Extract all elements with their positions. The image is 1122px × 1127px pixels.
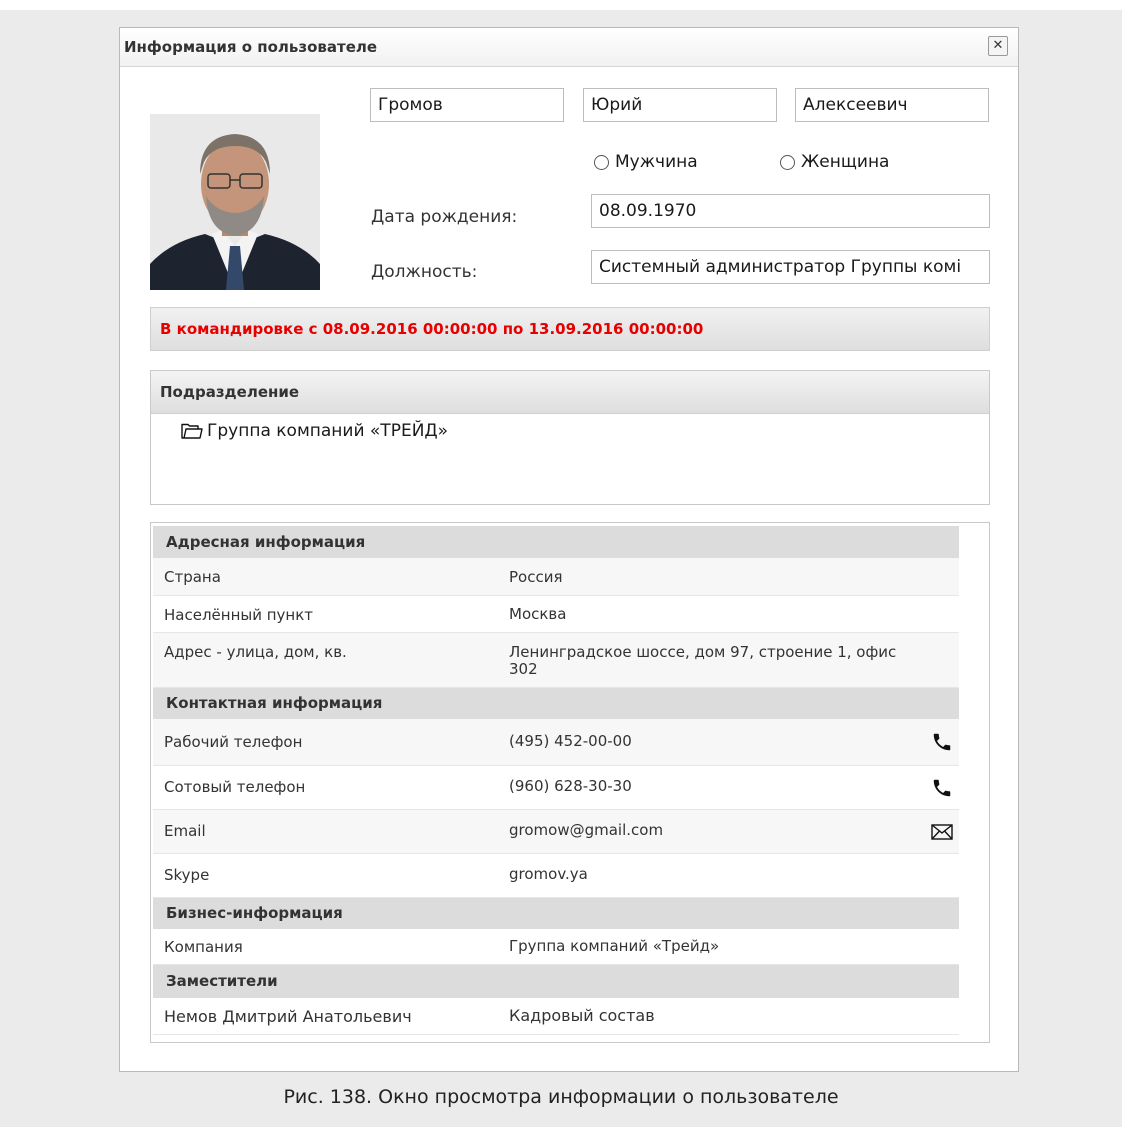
row-key: Немов Дмитрий Анатольевич bbox=[164, 1007, 412, 1026]
birthdate-label: Дата рождения: bbox=[371, 207, 518, 227]
table-row: Рабочий телефон (495) 452-00-00 bbox=[153, 719, 959, 766]
gender-female-label: Женщина bbox=[801, 152, 890, 172]
radio-circle-icon bbox=[594, 154, 609, 170]
trip-status-bar: В командировке с 08.09.2016 00:00:00 по … bbox=[150, 307, 990, 351]
table-row: Страна Россия bbox=[153, 558, 959, 596]
section-business-header: Бизнес-информация bbox=[153, 898, 959, 929]
dialog-title: Информация о пользователе bbox=[124, 38, 378, 56]
table-row: Компания Группа компаний «Трейд» bbox=[153, 929, 959, 965]
folder-icon bbox=[181, 423, 203, 439]
row-value: Москва bbox=[509, 605, 567, 623]
row-value: gromov.ya bbox=[509, 865, 588, 883]
row-value: (960) 628-30-30 bbox=[509, 777, 632, 795]
section-contact-header: Контактная информация bbox=[153, 688, 959, 719]
department-header: Подразделение bbox=[151, 371, 989, 414]
table-row: Skype gromov.ya bbox=[153, 854, 959, 898]
gender-male-radio[interactable]: Мужчина bbox=[594, 152, 698, 172]
row-key: Компания bbox=[164, 938, 243, 956]
position-label: Должность: bbox=[371, 262, 478, 282]
row-key: Адрес - улица, дом, кв. bbox=[164, 643, 347, 661]
phone-icon[interactable] bbox=[931, 731, 953, 753]
close-icon: ✕ bbox=[992, 38, 1004, 53]
row-key: Email bbox=[164, 822, 206, 840]
department-panel: Подразделение Группа компаний «ТРЕЙД» bbox=[150, 370, 990, 505]
dialog-titlebar: Информация о пользователе ✕ bbox=[120, 28, 1018, 67]
row-key: Сотовый телефон bbox=[164, 778, 306, 796]
trip-status-text: В командировке с 08.09.2016 00:00:00 по … bbox=[160, 320, 704, 338]
user-details-panel: Адресная информация Страна Россия Населё… bbox=[150, 522, 990, 1043]
section-address-header: Адресная информация bbox=[153, 526, 959, 558]
table-row: Населённый пункт Москва bbox=[153, 596, 959, 633]
row-key: Рабочий телефон bbox=[164, 733, 303, 751]
user-info-dialog: Информация о пользователе ✕ Громов Юрий … bbox=[119, 27, 1019, 1072]
mail-icon[interactable] bbox=[931, 824, 953, 840]
row-value: Кадровый состав bbox=[509, 1006, 655, 1025]
row-value: Ленинградское шоссе, дом 97, строение 1,… bbox=[509, 643, 897, 678]
table-row: Email gromow@gmail.com bbox=[153, 810, 959, 854]
last-name-field[interactable]: Громов bbox=[370, 88, 564, 122]
table-row: Адрес - улица, дом, кв. Ленинградское шо… bbox=[153, 633, 959, 688]
department-title: Подразделение bbox=[160, 383, 300, 401]
birthdate-field[interactable]: 08.09.1970 bbox=[591, 194, 990, 228]
section-deputies-header: Заместители bbox=[153, 965, 959, 998]
first-name-field[interactable]: Юрий bbox=[583, 88, 777, 122]
page-top-strip bbox=[0, 0, 1122, 10]
phone-icon[interactable] bbox=[931, 777, 953, 799]
row-value: Россия bbox=[509, 568, 563, 586]
row-value: gromow@gmail.com bbox=[509, 821, 664, 839]
position-field[interactable]: Системный администратор Группы комі bbox=[591, 250, 990, 284]
row-value: Группа компаний «Трейд» bbox=[509, 937, 720, 955]
gender-male-label: Мужчина bbox=[615, 152, 698, 172]
table-row: Немов Дмитрий Анатольевич Кадровый соста… bbox=[153, 998, 959, 1035]
radio-circle-icon bbox=[780, 154, 795, 170]
table-row: Сотовый телефон (960) 628-30-30 bbox=[153, 766, 959, 810]
gender-female-radio[interactable]: Женщина bbox=[780, 152, 889, 172]
row-key: Населённый пункт bbox=[164, 606, 314, 624]
row-value: (495) 452-00-00 bbox=[509, 732, 632, 750]
row-key: Skype bbox=[164, 866, 210, 884]
close-button[interactable]: ✕ bbox=[988, 36, 1008, 56]
department-item-label: Группа компаний «ТРЕЙД» bbox=[207, 421, 449, 441]
middle-name-field[interactable]: Алексеевич bbox=[795, 88, 989, 122]
figure-caption: Рис. 138. Окно просмотра информации о по… bbox=[283, 1086, 839, 1108]
user-photo bbox=[150, 114, 320, 290]
row-key: Страна bbox=[164, 568, 221, 586]
department-tree-item[interactable]: Группа компаний «ТРЕЙД» bbox=[181, 421, 448, 441]
